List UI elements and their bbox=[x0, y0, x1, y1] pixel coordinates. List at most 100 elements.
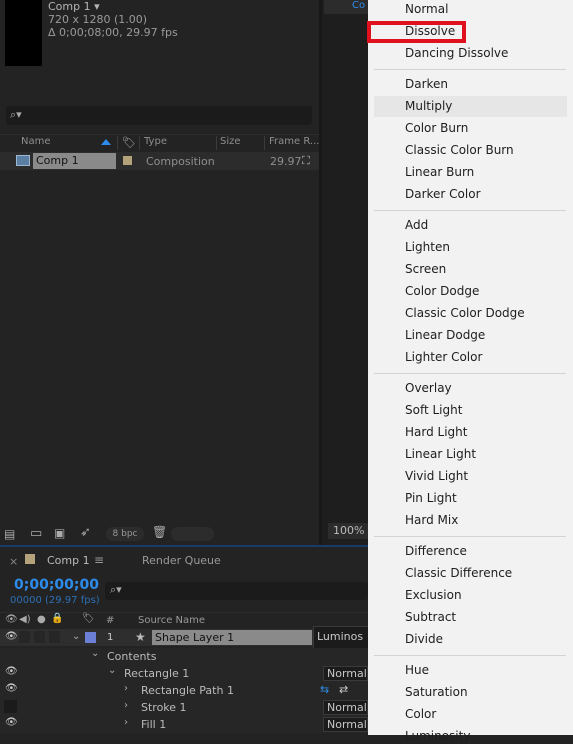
comp-title[interactable]: Comp 1 ▾ bbox=[48, 0, 100, 13]
menu-item-classic-color-burn[interactable]: Classic Color Burn bbox=[405, 142, 514, 158]
fill-row[interactable] bbox=[0, 716, 368, 733]
menu-item-lighter-color[interactable]: Lighter Color bbox=[405, 349, 482, 365]
search-icon: ⌕▾ bbox=[110, 583, 122, 596]
menu-item-overlay[interactable]: Overlay bbox=[405, 380, 452, 396]
column-type[interactable]: Type bbox=[144, 136, 167, 147]
menu-item-linear-dodge[interactable]: Linear Dodge bbox=[405, 327, 485, 343]
menu-separator bbox=[374, 373, 566, 374]
visibility-eye-icon[interactable]: 👁 bbox=[5, 683, 18, 694]
menu-item-divide[interactable]: Divide bbox=[405, 631, 443, 647]
menu-hover-highlight bbox=[374, 96, 567, 117]
menu-item-add[interactable]: Add bbox=[405, 217, 428, 233]
contents-label[interactable]: Contents bbox=[107, 650, 156, 663]
path-direction-reverse-icon[interactable]: ⇄ bbox=[339, 683, 348, 696]
chevron-right-icon[interactable]: › bbox=[124, 683, 128, 694]
visibility-eye-icon[interactable]: 👁 bbox=[5, 631, 18, 642]
panel-menu-icon[interactable]: ≡ bbox=[94, 553, 104, 567]
rectangle-path-label[interactable]: Rectangle Path 1 bbox=[141, 684, 234, 697]
timeline-search-input[interactable]: ⌕▾ bbox=[105, 582, 368, 600]
visibility-switch[interactable] bbox=[4, 700, 17, 713]
menu-item-luminosity[interactable]: Luminosity bbox=[405, 728, 470, 744]
column-separator bbox=[139, 136, 140, 150]
menu-item-exclusion[interactable]: Exclusion bbox=[405, 587, 462, 603]
menu-item-color-dodge[interactable]: Color Dodge bbox=[405, 283, 479, 299]
rectangle-label[interactable]: Rectangle 1 bbox=[124, 667, 189, 680]
label-tag-icon[interactable]: 🏷 bbox=[82, 613, 95, 624]
menu-item-darken[interactable]: Darken bbox=[405, 76, 448, 92]
flowchart-icon[interactable]: ⛶ bbox=[302, 154, 310, 168]
menu-item-hue[interactable]: Hue bbox=[405, 662, 429, 678]
label-tag-icon[interactable]: 🏷 bbox=[122, 136, 136, 149]
new-composition-icon[interactable]: ▣ bbox=[54, 526, 65, 540]
column-source-name[interactable]: Source Name bbox=[138, 615, 205, 626]
menu-item-classic-color-dodge[interactable]: Classic Color Dodge bbox=[405, 305, 525, 321]
audio-switch-icon[interactable]: ◀) bbox=[19, 614, 31, 625]
menu-item-subtract[interactable]: Subtract bbox=[405, 609, 456, 625]
tab-render-queue[interactable]: Render Queue bbox=[142, 554, 221, 567]
item-type: Composition bbox=[146, 155, 215, 168]
menu-item-color[interactable]: Color bbox=[405, 706, 436, 722]
sort-ascending-icon bbox=[101, 139, 111, 145]
menu-item-lighten[interactable]: Lighten bbox=[405, 239, 450, 255]
menu-item-pin-light[interactable]: Pin Light bbox=[405, 490, 457, 506]
layer-name-cell[interactable]: Shape Layer 1 bbox=[152, 630, 312, 645]
menu-item-screen[interactable]: Screen bbox=[405, 261, 446, 277]
menu-item-multiply[interactable]: Multiply bbox=[405, 98, 452, 114]
fill-label[interactable]: Fill 1 bbox=[141, 718, 166, 731]
fill-mode-dropdown[interactable]: Normal bbox=[323, 717, 368, 732]
contents-row[interactable] bbox=[0, 648, 368, 665]
tab-comp[interactable]: Comp 1 bbox=[47, 554, 90, 567]
trash-icon[interactable]: 🗑 bbox=[152, 525, 167, 539]
menu-item-dancing-dissolve[interactable]: Dancing Dissolve bbox=[405, 45, 508, 61]
menu-item-hard-mix[interactable]: Hard Mix bbox=[405, 512, 458, 528]
menu-separator bbox=[374, 536, 566, 537]
lock-switch[interactable] bbox=[49, 631, 60, 643]
viewer-tab[interactable]: Co bbox=[324, 0, 368, 14]
chevron-right-icon[interactable]: › bbox=[124, 717, 128, 728]
close-icon[interactable]: × bbox=[9, 555, 18, 568]
layer-label-swatch[interactable] bbox=[85, 632, 96, 643]
lock-switch-icon[interactable]: 🔒 bbox=[51, 613, 63, 624]
rectangle-mode-dropdown[interactable]: Normal bbox=[323, 666, 368, 681]
chevron-down-icon[interactable]: ⌄ bbox=[91, 648, 99, 659]
menu-item-linear-light[interactable]: Linear Light bbox=[405, 446, 476, 462]
menu-separator bbox=[374, 69, 566, 70]
menu-item-hard-light[interactable]: Hard Light bbox=[405, 424, 467, 440]
menu-item-linear-burn[interactable]: Linear Burn bbox=[405, 164, 474, 180]
menu-item-color-burn[interactable]: Color Burn bbox=[405, 120, 468, 136]
chevron-down-icon[interactable]: ⌄ bbox=[72, 631, 80, 642]
menu-item-classic-difference[interactable]: Classic Difference bbox=[405, 565, 512, 581]
column-frame-rate[interactable]: Frame R... bbox=[269, 136, 319, 147]
menu-item-normal[interactable]: Normal bbox=[405, 1, 448, 17]
chevron-down-icon[interactable]: ⌄ bbox=[108, 665, 116, 676]
column-name[interactable]: Name bbox=[21, 136, 51, 147]
project-search-input[interactable]: ⌕▾ bbox=[6, 106, 312, 125]
menu-item-difference[interactable]: Difference bbox=[405, 543, 467, 559]
column-size[interactable]: Size bbox=[220, 136, 241, 147]
path-direction-icon[interactable]: ⇆ bbox=[320, 683, 329, 696]
visibility-eye-icon[interactable]: 👁 bbox=[5, 717, 18, 728]
menu-item-darker-color[interactable]: Darker Color bbox=[405, 186, 481, 202]
current-timecode[interactable]: 0;00;00;00 bbox=[14, 577, 99, 593]
bit-depth-button[interactable]: 8 bpc bbox=[106, 527, 144, 541]
new-folder-icon[interactable]: ▭ bbox=[30, 526, 42, 541]
solo-switch[interactable] bbox=[34, 631, 45, 643]
menu-item-saturation[interactable]: Saturation bbox=[405, 684, 468, 700]
menu-item-soft-light[interactable]: Soft Light bbox=[405, 402, 462, 418]
thumbnail-slider[interactable] bbox=[171, 527, 214, 541]
solo-switch-icon[interactable]: ● bbox=[37, 614, 46, 625]
column-separator bbox=[216, 136, 217, 150]
viewer-tab-label: Co bbox=[352, 0, 366, 11]
interpret-footage-icon[interactable]: ▤ bbox=[4, 527, 15, 541]
chevron-right-icon[interactable]: › bbox=[124, 700, 128, 711]
item-name-cell[interactable]: Comp 1 bbox=[33, 153, 116, 169]
zoom-level[interactable]: 100% bbox=[328, 523, 368, 539]
label-color-swatch[interactable] bbox=[123, 156, 132, 165]
stroke-mode-dropdown[interactable]: Normal bbox=[323, 700, 368, 715]
video-switch-icon[interactable]: 👁 bbox=[5, 614, 18, 625]
stroke-label[interactable]: Stroke 1 bbox=[141, 701, 187, 714]
audio-switch[interactable] bbox=[19, 631, 30, 643]
menu-item-vivid-light[interactable]: Vivid Light bbox=[405, 468, 468, 484]
render-rocket-icon[interactable]: ➶ bbox=[80, 525, 91, 540]
visibility-eye-icon[interactable]: 👁 bbox=[5, 666, 18, 677]
